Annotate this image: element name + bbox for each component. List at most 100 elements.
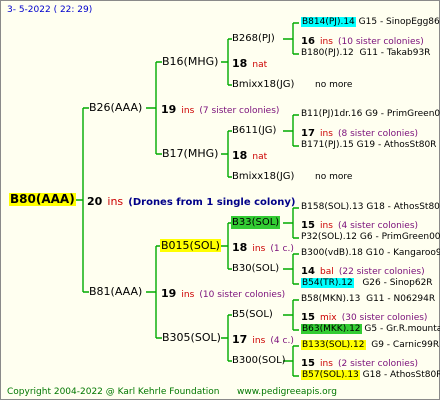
gen4-rest-11: G18 - AthosSt80R xyxy=(362,370,440,380)
gen4-rest-10: G9 - Carnic99R xyxy=(371,340,440,350)
gen4-rest-3: G19 - AthosSt80R xyxy=(356,140,437,150)
gen4-row-7: B54(TR).12 G26 - Sinop62R xyxy=(301,277,433,290)
gen1-info-1: 19 ins (10 sister colonies) xyxy=(161,285,285,302)
gen3-ins-0: ins xyxy=(320,37,333,47)
gen3-count-5: 14 xyxy=(301,266,315,277)
gen2-count-1: 18 xyxy=(232,149,248,162)
root-name: B80(AAA) xyxy=(9,192,76,206)
gen3-name-6: B5(SOL) xyxy=(232,309,273,320)
root-gen-label: ins xyxy=(107,195,124,208)
root-note: (Drones from 1 single colony) xyxy=(128,197,296,208)
gen2-info-0: 18 nat xyxy=(232,55,267,72)
gen2-count-0: 18 xyxy=(232,57,248,70)
gen2-sisters-3: (4 c.) xyxy=(270,336,294,346)
gen4-rest-8: G11 - N06294R xyxy=(366,294,436,304)
gen4-name-6: B300(vdB).18 xyxy=(301,248,363,258)
gen3-name-7: B300(SOL) xyxy=(232,355,286,366)
gen4-rest-0: G15 - SinopEgg86R xyxy=(358,17,440,27)
gen3-name-1: Bmixx18(JG) xyxy=(232,79,295,90)
gen4-row-9: B63(MKK).12 G5 - Gr.R.mounta xyxy=(301,323,440,336)
gen3-count-2: 17 xyxy=(301,128,315,139)
gen2-tag-0: nat xyxy=(252,60,268,70)
gen4-rest-4: G18 - AthosSt80R xyxy=(366,202,440,212)
gen2-info-2: 18 ins (1 c.) xyxy=(232,239,294,256)
gen1-ins-0: ins xyxy=(181,106,195,116)
pedigree-frame: 3- 5-2022 ( 22: 29) B80(AAA) 20 ins (Dro… xyxy=(0,0,440,400)
gen4-row-0: B814(PJ).14 G15 - SinopEgg86R xyxy=(301,16,440,29)
gen4-row-5: P32(SOL).12 G6 - PrimGreen00 xyxy=(301,231,440,244)
gen1-sisters-0: (7 sister colonies) xyxy=(199,106,280,116)
gen4-row-1: B180(PJ).12 G11 - Takab93R xyxy=(301,47,430,60)
gen2-tag-1: nat xyxy=(252,152,268,162)
gen3-ins-4: ins xyxy=(320,221,333,231)
gen4-rest-2: G9 - PrimGreen00 xyxy=(365,109,440,119)
gen4-row-10: B133(SOL).12 G9 - Carnic99R xyxy=(301,339,439,352)
gen4-name-5: P32(SOL).12 xyxy=(301,232,358,242)
gen2-info-3: 17 ins (4 c.) xyxy=(232,331,294,348)
gen2-name-1: B17(MHG) xyxy=(162,147,219,160)
gen3-count-4: 15 xyxy=(301,220,315,231)
gen3-more-3: no more xyxy=(315,172,353,182)
gen3-count-7: 15 xyxy=(301,358,315,369)
gen1-count-0: 19 xyxy=(161,103,177,116)
gen1-count-1: 19 xyxy=(161,287,177,300)
gen4-row-8: B58(MKN).13 G11 - N06294R xyxy=(301,293,435,306)
gen4-name-1: B180(PJ).12 xyxy=(301,48,354,58)
gen4-name-10: B133(SOL).12 xyxy=(301,340,366,350)
gen1-info-0: 19 ins (7 sister colonies) xyxy=(161,101,279,118)
gen3-sisters-4: (4 sister colonies) xyxy=(338,221,419,231)
gen1-ins-1: ins xyxy=(181,290,195,300)
gen4-rest-7: G26 - Sinop62R xyxy=(362,278,433,288)
gen4-name-3: B171(PJ).15 xyxy=(301,140,354,150)
gen3-more-1: no more xyxy=(315,80,353,90)
gen4-row-11: B57(SOL).13 G18 - AthosSt80R xyxy=(301,369,440,382)
gen4-name-11: B57(SOL).13 xyxy=(301,370,360,380)
gen4-rest-1: G11 - Takab93R xyxy=(359,48,431,58)
gen4-rest-5: G6 - PrimGreen00 xyxy=(359,232,440,242)
gen3-name-4: B33(SOL) xyxy=(231,216,281,229)
gen4-row-2: B11(PJ)1dr.16 G9 - PrimGreen00 xyxy=(301,108,440,121)
gen4-row-4: B158(SOL).13 G18 - AthosSt80R xyxy=(301,201,440,214)
gen4-name-9: B63(MKK).12 xyxy=(301,324,362,334)
gen4-name-2: B11(PJ)1dr.16 xyxy=(301,109,363,119)
gen2-name-3: B305(SOL) xyxy=(162,331,221,344)
root-gen-count: 20 xyxy=(87,195,103,208)
gen2-info-1: 18 nat xyxy=(232,147,267,164)
gen4-name-4: B158(SOL).13 xyxy=(301,202,364,212)
gen3-count-0: 16 xyxy=(301,36,315,47)
gen3-ins-6: mix xyxy=(320,313,337,323)
gen2-count-2: 18 xyxy=(232,241,248,254)
gen3-ins-2: ins xyxy=(320,129,333,139)
gen4-row-6: B300(vdB).18 G10 - Kangaroo98R xyxy=(301,247,440,260)
gen3-sisters-2: (8 sister colonies) xyxy=(338,129,419,139)
gen2-sisters-2: (1 c.) xyxy=(270,244,294,254)
gen4-row-3: B171(PJ).15 G19 - AthosSt80R xyxy=(301,139,436,152)
footer-copyright: Copyright 2004-2022 @ Karl Kehrle Founda… xyxy=(7,387,220,397)
gen3-name-5: B30(SOL) xyxy=(232,263,280,274)
gen3-name-2: B611(JG) xyxy=(232,125,277,136)
gen1-name-1: B81(AAA) xyxy=(89,285,143,298)
gen2-name-0: B16(MHG) xyxy=(162,55,219,68)
gen3-count-6: 15 xyxy=(301,312,315,323)
root-count-line: 20 ins (Drones from 1 single colony) xyxy=(87,193,295,209)
gen4-rest-9: G5 - Gr.R.mounta xyxy=(364,324,440,334)
gen3-name-0: B268(PJ) xyxy=(232,33,275,44)
gen2-name-2: B015(SOL) xyxy=(160,239,221,252)
gen2-ins-2: ins xyxy=(252,244,266,254)
gen2-ins-3: ins xyxy=(252,336,266,346)
gen3-ins-7: ins xyxy=(320,359,333,369)
gen3-ins-5: bal xyxy=(320,267,334,277)
gen3-name-3: Bmixx18(JG) xyxy=(232,171,295,182)
gen1-sisters-1: (10 sister colonies) xyxy=(199,290,286,300)
gen2-count-3: 17 xyxy=(232,333,248,346)
date-header: 3- 5-2022 ( 22: 29) xyxy=(7,5,93,15)
gen4-name-8: B58(MKN).13 xyxy=(301,294,361,304)
footer-site-link[interactable]: www.pedigreeapis.org xyxy=(237,386,337,399)
gen1-name-0: B26(AAA) xyxy=(89,101,143,114)
gen3-sisters-7: (2 sister colonies) xyxy=(338,359,419,369)
gen3-sisters-0: (10 sister colonies) xyxy=(338,37,424,47)
gen3-sisters-5: (22 sister colonies) xyxy=(338,267,425,277)
gen4-name-7: B54(TR).12 xyxy=(301,278,354,288)
gen3-sisters-6: (30 sister colonies) xyxy=(341,313,428,323)
gen4-name-0: B814(PJ).14 xyxy=(301,17,356,27)
